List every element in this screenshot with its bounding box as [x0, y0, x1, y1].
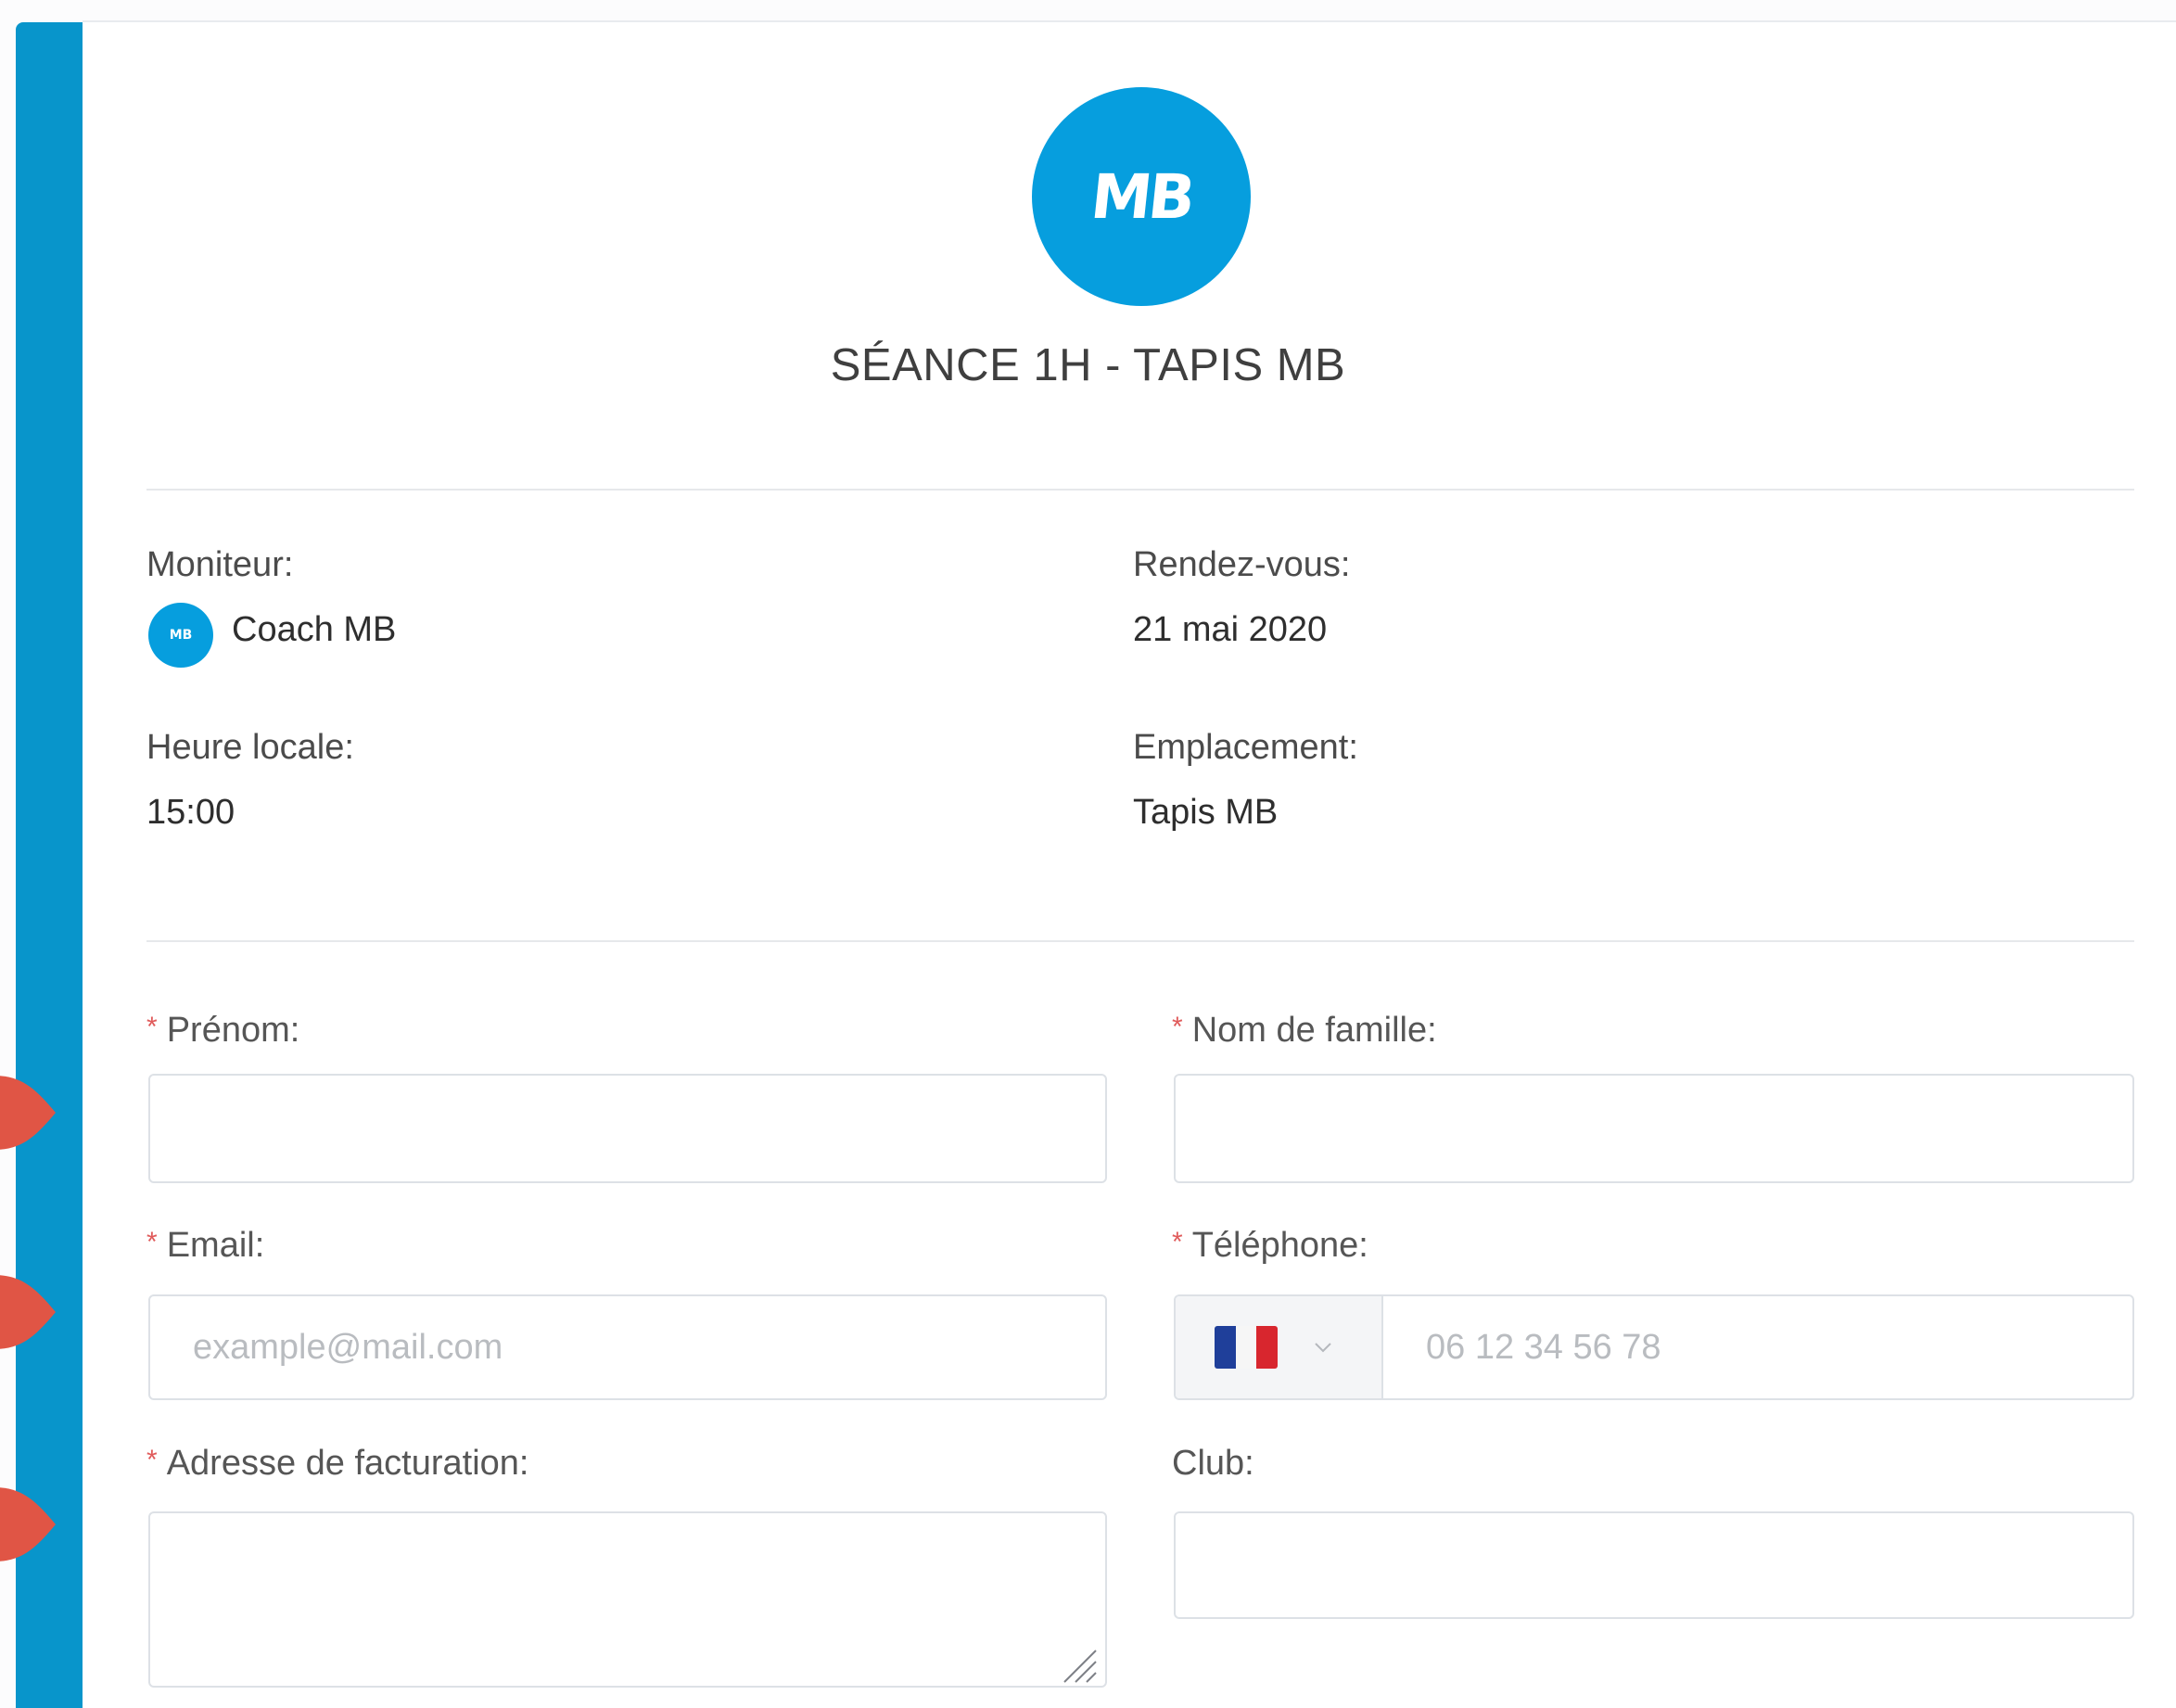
- instructor-name: Coach MB: [232, 610, 397, 649]
- service-logo: MB: [1032, 87, 1251, 306]
- local-time-label: Heure locale:: [146, 728, 354, 767]
- resize-handle-icon[interactable]: [1055, 1641, 1101, 1688]
- annotation-arrow-club: [2160, 1539, 2176, 1632]
- location-value: Tapis MB: [1133, 793, 1279, 832]
- first-name-input[interactable]: [148, 1074, 1107, 1183]
- phone-label: * Téléphone:: [1172, 1226, 1368, 1265]
- booking-page: MB SÉANCE 1H - TAPIS MB Moniteur: MB Coa…: [0, 0, 2176, 1708]
- annotation-arrow-last-name: [2160, 1105, 2176, 1198]
- local-time-value: 15:00: [146, 793, 235, 832]
- france-flag-icon: [1215, 1326, 1278, 1369]
- phone-field: [1174, 1294, 2134, 1400]
- instructor-avatar: MB: [148, 603, 213, 668]
- annotation-arrow-email: [0, 1275, 56, 1349]
- divider-bottom: [146, 940, 2134, 942]
- instructor-avatar-text: MB: [169, 628, 193, 643]
- phone-input[interactable]: [1383, 1296, 2132, 1398]
- required-marker: *: [146, 1012, 158, 1042]
- divider-top: [146, 489, 2134, 491]
- club-label: Club:: [1172, 1444, 1254, 1483]
- service-logo-text: MB: [1087, 160, 1196, 233]
- location-label: Emplacement:: [1133, 728, 1358, 767]
- billing-address-textarea[interactable]: [148, 1511, 1107, 1688]
- required-marker: *: [146, 1445, 158, 1475]
- first-name-label: * Prénom:: [146, 1011, 300, 1050]
- required-marker: *: [146, 1227, 158, 1257]
- appointment-date: 21 mai 2020: [1133, 610, 1328, 649]
- left-accent-stripe: [16, 22, 83, 1708]
- service-title: SÉANCE 1H - TAPIS MB: [830, 340, 1346, 390]
- annotation-arrow-billing: [0, 1487, 56, 1561]
- required-marker: *: [1172, 1012, 1183, 1042]
- last-name-input[interactable]: [1174, 1074, 2134, 1183]
- chevron-down-icon: [1315, 1343, 1331, 1353]
- billing-address-label: * Adresse de facturation:: [146, 1444, 529, 1483]
- email-label: * Email:: [146, 1226, 265, 1265]
- required-marker: *: [1172, 1227, 1183, 1257]
- instructor-label: Moniteur:: [146, 545, 294, 584]
- annotation-arrow-first-name: [0, 1076, 56, 1150]
- email-input[interactable]: [148, 1294, 1107, 1400]
- annotation-arrow-phone: [2160, 1301, 2176, 1394]
- club-input[interactable]: [1174, 1511, 2134, 1619]
- country-code-select[interactable]: [1176, 1296, 1383, 1398]
- appointment-label: Rendez-vous:: [1133, 545, 1351, 584]
- last-name-label: * Nom de famille:: [1172, 1011, 1437, 1050]
